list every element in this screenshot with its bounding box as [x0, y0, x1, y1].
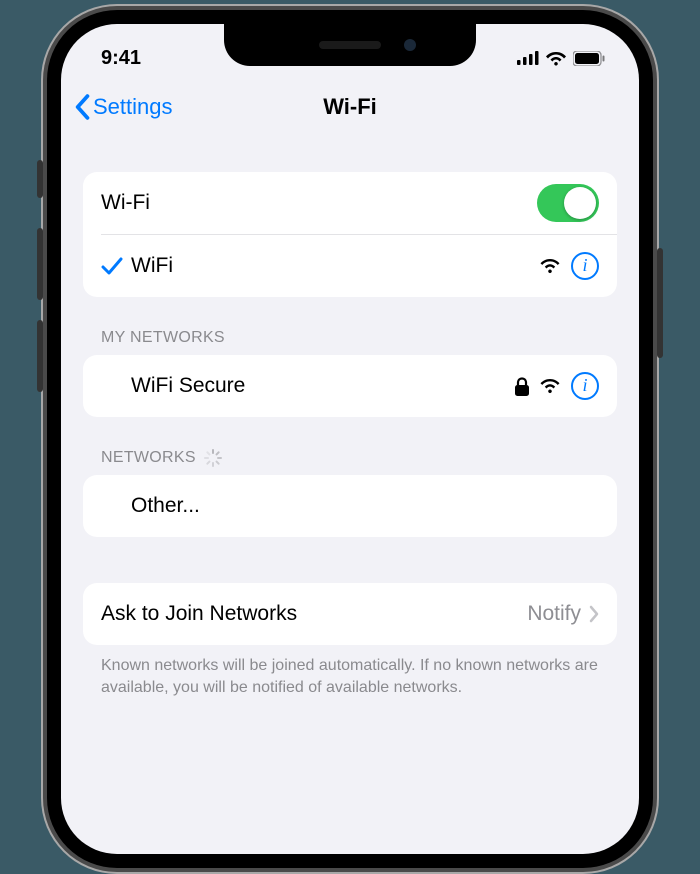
status-time: 9:41 [93, 47, 141, 70]
status-icons [517, 50, 607, 66]
other-network-row[interactable]: Other... [83, 475, 617, 537]
back-button[interactable]: Settings [73, 94, 173, 120]
checkmark-icon [101, 256, 123, 276]
connected-network-name: WiFi [131, 254, 539, 278]
wifi-toggle-label: Wi-Fi [101, 191, 537, 215]
networks-header-label: NETWORKS [101, 449, 196, 467]
chevron-right-icon [589, 605, 599, 623]
back-label: Settings [93, 94, 173, 120]
network-row[interactable]: WiFi Secure i [83, 355, 617, 417]
my-networks-header: MY NETWORKS [83, 297, 617, 355]
footer-text: Known networks will be joined automatica… [83, 645, 617, 698]
wifi-toggle-row: Wi-Fi [83, 172, 617, 234]
spinner-icon [204, 449, 222, 467]
wifi-signal-icon [539, 257, 561, 275]
info-button[interactable]: i [571, 252, 599, 280]
ask-to-join-label: Ask to Join Networks [101, 602, 527, 626]
ask-to-join-card: Ask to Join Networks Notify [83, 583, 617, 645]
wifi-toggle[interactable] [537, 184, 599, 222]
nav-title: Wi-Fi [323, 94, 377, 120]
wifi-card: Wi-Fi WiFi i [83, 172, 617, 297]
wifi-status-icon [545, 50, 567, 66]
ask-to-join-value: Notify [527, 602, 581, 626]
info-button[interactable]: i [571, 372, 599, 400]
my-networks-card: WiFi Secure i [83, 355, 617, 417]
chevron-left-icon [73, 94, 91, 120]
cellular-icon [517, 51, 539, 65]
network-name: WiFi Secure [131, 374, 515, 398]
battery-icon [573, 51, 605, 66]
wifi-signal-icon [539, 377, 561, 395]
networks-card: Other... [83, 475, 617, 537]
networks-header: NETWORKS [83, 417, 617, 475]
nav-bar: Settings Wi-Fi [61, 78, 639, 136]
connected-network-row[interactable]: WiFi i [83, 235, 617, 297]
other-label: Other... [131, 494, 599, 518]
ask-to-join-row[interactable]: Ask to Join Networks Notify [83, 583, 617, 645]
lock-icon [515, 377, 529, 396]
